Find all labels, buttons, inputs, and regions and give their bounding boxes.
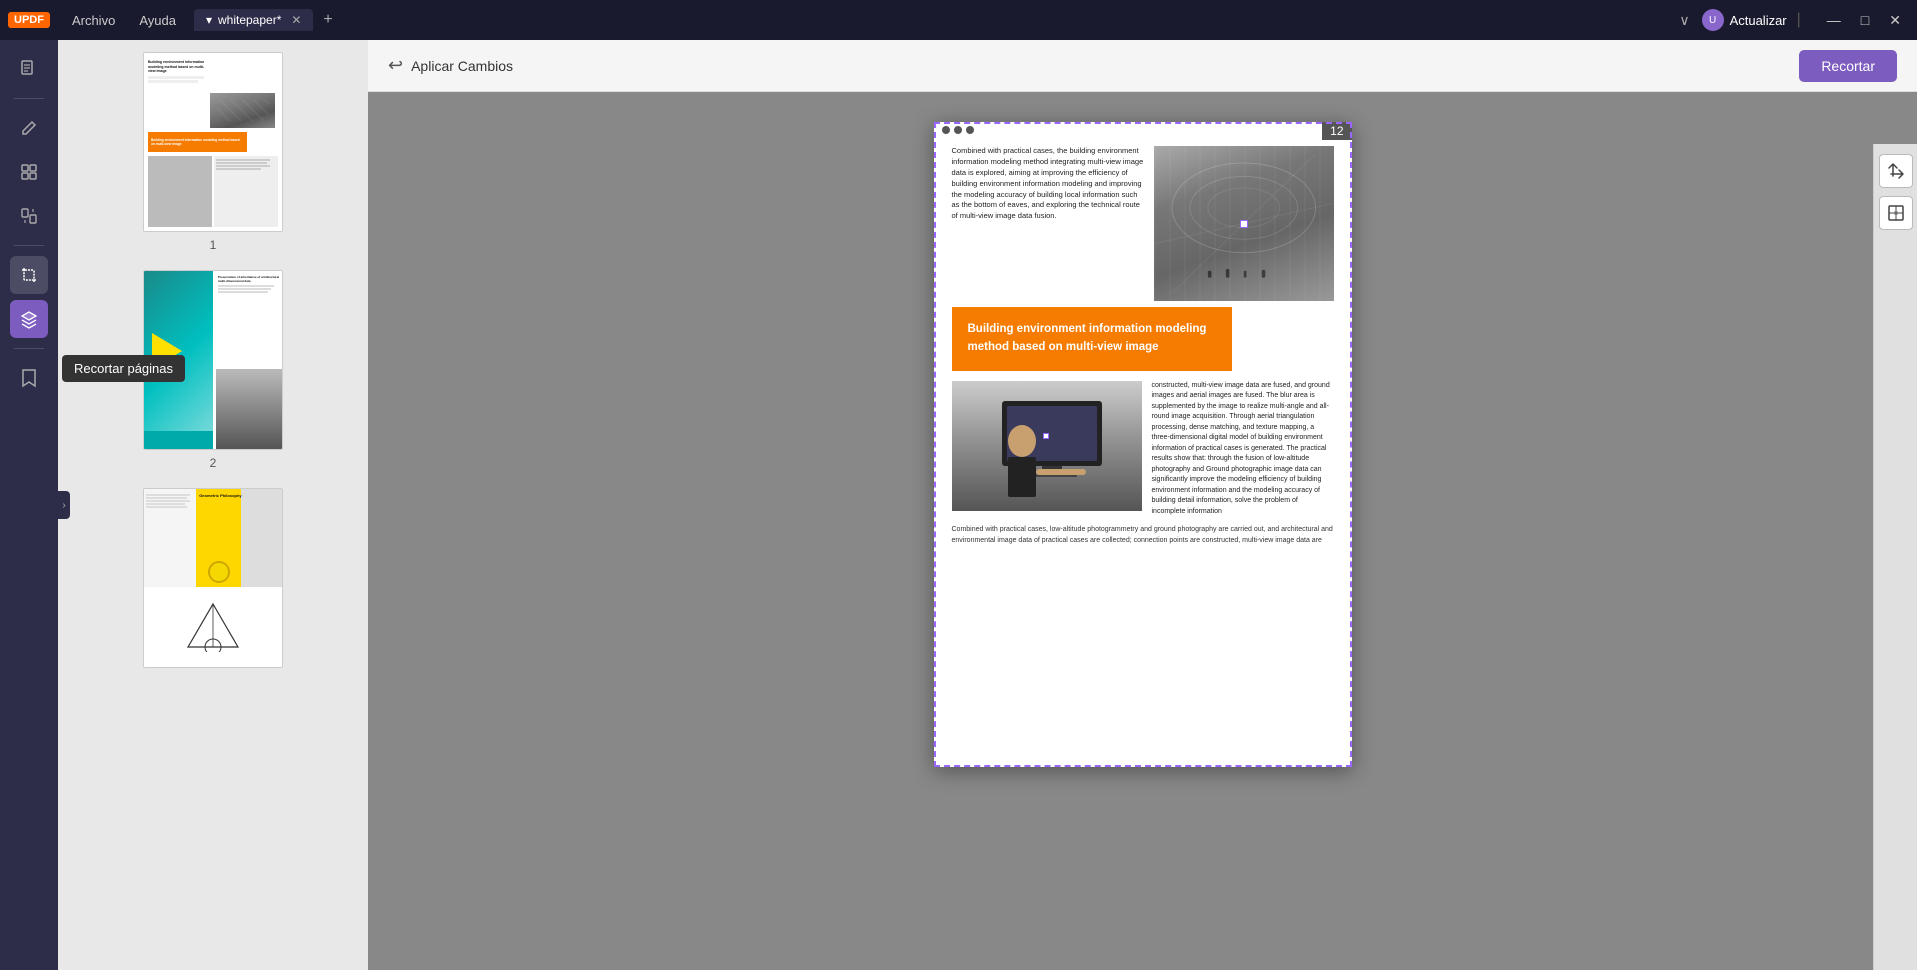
view-pages-tool-button[interactable]	[10, 50, 48, 88]
top-section: Combined with practical cases, the build…	[952, 146, 1334, 301]
tab-title: whitepaper*	[218, 13, 281, 27]
geo-svg	[186, 602, 241, 652]
thumb-p1-arch-img	[210, 93, 275, 128]
thumb-content-2: Preservation of inheritance of architect…	[144, 271, 282, 449]
apply-area[interactable]: ↩ Aplicar Cambios	[388, 55, 513, 76]
left-toolbar: ›	[0, 40, 58, 970]
bottom-section: constructed, multi-view image data are f…	[952, 381, 1334, 518]
top-arch-image	[1154, 146, 1334, 301]
top-toolbar: ↩ Aplicar Cambios Recortar	[368, 40, 1917, 92]
bottom-right-text: constructed, multi-view image data are f…	[1152, 381, 1334, 518]
title-bar: UPDF Archivo Ayuda ▾ whitepaper* ✕ + ∨ U…	[0, 0, 1917, 40]
crop-mode-button-2[interactable]	[1879, 196, 1913, 230]
crop-tool-button[interactable]	[10, 256, 48, 294]
bookmark-tool-button[interactable]	[10, 359, 48, 397]
top-text-block: Combined with practical cases, the build…	[952, 146, 1146, 301]
apply-label: Aplicar Cambios	[411, 58, 513, 74]
edit-tool-button[interactable]	[10, 109, 48, 147]
image-selection-handle[interactable]	[1240, 220, 1248, 228]
dot-1	[942, 126, 950, 134]
layers-tool-button[interactable]	[10, 300, 48, 338]
thumb-wrap-3: Geometric Philosophy	[143, 488, 283, 668]
organize-tool-button[interactable]	[10, 153, 48, 191]
tab-close-icon[interactable]: ✕	[291, 13, 301, 27]
divider-1	[14, 98, 44, 99]
thumb-number-1: 1	[210, 238, 217, 252]
collapse-chevron-icon[interactable]: ∨	[1671, 8, 1697, 33]
bottom-person-image	[952, 381, 1142, 511]
tab-arrow-icon: ▾	[206, 13, 212, 27]
apply-icon: ↩	[388, 55, 403, 76]
thumb-wrap-1: Building environment information modelin…	[143, 52, 283, 232]
thumb-content-3: Geometric Philosophy	[144, 489, 282, 667]
recortar-button[interactable]: Recortar	[1799, 50, 1897, 82]
thumb-wrap-2: Preservation of inheritance of architect…	[143, 270, 283, 450]
thumbnail-panel: Recortar páginas Building environment in…	[58, 40, 368, 970]
pdf-view[interactable]: 12 Combined with practical cases, the bu…	[368, 92, 1917, 970]
thumbnail-page-3[interactable]: Geometric Philosophy	[74, 488, 352, 674]
orange-banner: Building environment information modelin…	[952, 307, 1232, 371]
person-selection-handle[interactable]	[1043, 433, 1049, 439]
user-area[interactable]: U Actualizar	[1702, 9, 1787, 31]
maximize-button[interactable]: □	[1853, 10, 1877, 31]
avatar: U	[1702, 9, 1724, 31]
minimize-button[interactable]: —	[1819, 10, 1849, 31]
page-number-badge: 12	[1322, 122, 1351, 140]
app-body: › Recortar páginas Building environment …	[0, 40, 1917, 970]
separator: |	[1797, 11, 1801, 29]
bottom-full-text: Combined with practical cases, low-altit…	[952, 525, 1334, 546]
app-logo: UPDF	[8, 12, 50, 28]
divider-2	[14, 245, 44, 246]
menu-archivo[interactable]: Archivo	[62, 9, 125, 32]
page-dots	[942, 126, 974, 134]
divider-3	[14, 348, 44, 349]
toolbar-expand-arrow[interactable]: ›	[58, 491, 70, 519]
person-svg	[952, 381, 1142, 511]
dot-3	[966, 126, 974, 134]
thumb-geo-title: Geometric Philosophy	[199, 493, 241, 498]
right-panel	[1873, 144, 1917, 970]
update-label[interactable]: Actualizar	[1730, 13, 1787, 28]
crop-mode-button-1[interactable]	[1879, 154, 1913, 188]
dot-2	[954, 126, 962, 134]
thumb-number-2: 2	[210, 456, 217, 470]
window-controls: — □ ✕	[1819, 10, 1909, 31]
page-content: Combined with practical cases, the build…	[934, 122, 1352, 767]
main-area: ↩ Aplicar Cambios Recortar 12	[368, 40, 1917, 970]
thumb-content-1: Building environment information modelin…	[144, 53, 282, 231]
extract-tool-button[interactable]	[10, 197, 48, 235]
add-tab-button[interactable]: +	[317, 9, 338, 31]
thumbnail-page-1[interactable]: Building environment information modelin…	[74, 52, 352, 252]
close-button[interactable]: ✕	[1881, 10, 1909, 31]
thumbnail-page-2[interactable]: Preservation of inheritance of architect…	[74, 270, 352, 470]
menu-ayuda[interactable]: Ayuda	[129, 9, 186, 32]
pdf-page: 12 Combined with practical cases, the bu…	[934, 122, 1352, 767]
active-tab[interactable]: ▾ whitepaper* ✕	[194, 9, 313, 31]
